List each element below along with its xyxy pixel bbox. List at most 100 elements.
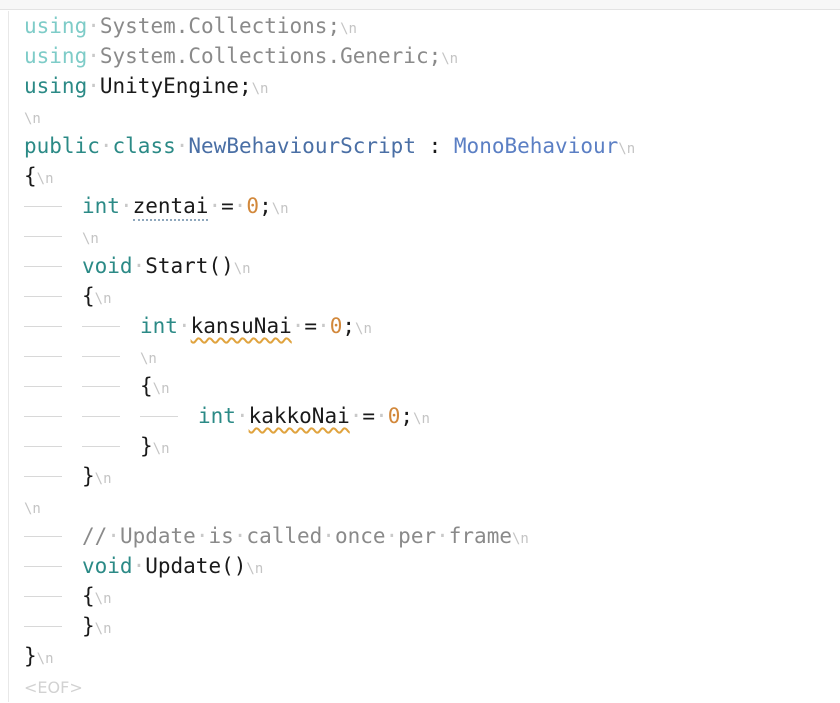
space-marker-dot: · — [208, 194, 222, 218]
code-editor-surface[interactable]: using·System.Collections;\n using·System.… — [0, 11, 840, 702]
code-line[interactable]: {\n — [0, 581, 840, 611]
code-token: { — [82, 584, 95, 608]
code-line[interactable]: {\n — [0, 281, 840, 311]
code-token: Start() — [145, 254, 234, 278]
newline-marker: \n — [94, 621, 112, 637]
indent-guide — [24, 386, 62, 387]
code-token: ; — [342, 314, 356, 338]
newline-marker: \n — [355, 321, 372, 337]
indent-guide — [24, 596, 62, 597]
indent-guide — [24, 446, 62, 447]
indent-guide — [24, 626, 62, 627]
code-line[interactable]: \n — [0, 491, 840, 521]
space-marker-dot: · — [119, 194, 133, 218]
code-line[interactable]: void·Update()\n — [0, 551, 840, 581]
code-text: }\n — [24, 641, 54, 671]
newline-marker: \n — [24, 111, 41, 127]
newline-marker: \n — [36, 651, 54, 667]
code-line[interactable]: using·UnityEngine;\n — [0, 71, 840, 101]
code-token: System.Collections.Generic; — [99, 44, 442, 68]
code-token: using — [24, 14, 88, 38]
newline-marker: \n — [233, 261, 251, 277]
newline-marker: \n — [82, 231, 99, 247]
code-token: void — [82, 254, 133, 278]
code-token: : — [415, 134, 454, 158]
newline-marker: \n — [251, 81, 269, 97]
code-line[interactable]: public·class·NewBehaviourScript : MonoBe… — [0, 131, 840, 161]
code-token: is — [208, 524, 234, 548]
code-token: once — [334, 524, 386, 548]
code-text: int·kakkoNai·=·0;\n — [198, 401, 430, 431]
code-text: using·System.Collections.Generic;\n — [24, 41, 458, 71]
newline-marker: \n — [340, 21, 357, 37]
code-line[interactable]: int·zentai·=·0;\n — [0, 191, 840, 221]
indent-guide — [82, 416, 120, 417]
space-marker-dot: · — [132, 254, 146, 278]
code-line[interactable]: \n — [0, 101, 840, 131]
code-token: System.Collections; — [99, 14, 341, 38]
code-line[interactable]: }\n — [0, 611, 840, 641]
code-line[interactable]: using·System.Collections;\n — [0, 11, 840, 41]
code-line[interactable]: int·kansuNai·=·0;\n — [0, 311, 840, 341]
code-line[interactable]: }\n — [0, 461, 840, 491]
code-line[interactable]: }\n — [0, 431, 840, 461]
code-line[interactable]: using·System.Collections.Generic;\n — [0, 41, 840, 71]
space-marker-dot: · — [375, 404, 388, 428]
code-token: MonoBehaviour — [453, 134, 619, 158]
indent-guide — [24, 566, 62, 567]
newline-marker: \n — [441, 51, 459, 67]
code-line[interactable]: \n — [0, 341, 840, 371]
token-warning-squiggle: kansuNai — [190, 314, 292, 338]
indent-guide — [82, 386, 120, 387]
code-token: int — [198, 404, 236, 428]
code-token: = — [362, 404, 376, 428]
token-info-underline: zentai — [132, 194, 209, 221]
code-token: ; — [400, 404, 414, 428]
space-marker-dot: · — [87, 14, 100, 38]
code-line[interactable]: {\n — [0, 371, 840, 401]
newline-marker: \n — [36, 171, 54, 187]
space-marker-dot: · — [322, 524, 335, 548]
eof-marker: <EOF> — [24, 678, 83, 697]
code-token: using — [24, 74, 88, 98]
horizontal-scroll-rail[interactable] — [0, 0, 840, 10]
token-warning-squiggle: kakkoNai — [248, 404, 350, 428]
space-marker-dot: · — [349, 404, 363, 428]
code-token: per — [398, 524, 437, 548]
code-token: } — [24, 644, 37, 668]
code-text: \n — [140, 341, 157, 371]
space-marker-dot: · — [291, 314, 305, 338]
code-line[interactable]: }\n — [0, 641, 840, 671]
code-token: called — [246, 524, 323, 548]
code-token: 0 — [329, 314, 343, 338]
code-token: ; — [259, 194, 272, 218]
code-line[interactable]: void·Start()\n — [0, 251, 840, 281]
newline-marker: \n — [511, 531, 529, 547]
code-text: void·Update()\n — [82, 551, 263, 581]
code-token: } — [82, 614, 95, 638]
code-text: }\n — [140, 431, 170, 461]
code-token: { — [24, 164, 37, 188]
code-token: using — [24, 44, 88, 68]
space-marker-dot: · — [87, 44, 100, 68]
code-line[interactable]: //·Update·is·called·once·per·frame\n — [0, 521, 840, 551]
code-token: frame — [448, 524, 512, 548]
indent-guide — [24, 326, 62, 327]
space-marker-dot: · — [175, 134, 189, 158]
indent-guide — [24, 536, 62, 537]
code-token: Update() — [145, 554, 247, 578]
code-token: Update — [119, 524, 196, 548]
code-text: //·Update·is·called·once·per·frame\n — [82, 521, 529, 551]
code-token: UnityEngine; — [99, 74, 252, 98]
code-line[interactable]: int·kakkoNai·=·0;\n — [0, 401, 840, 431]
code-line[interactable]: {\n — [0, 161, 840, 191]
newline-marker: \n — [271, 201, 289, 217]
space-marker-dot: · — [233, 524, 247, 548]
indent-guide — [24, 266, 62, 267]
code-line[interactable]: \n — [0, 221, 840, 251]
code-text: \n — [82, 221, 99, 251]
code-text: using·UnityEngine;\n — [24, 71, 268, 101]
space-marker-dot: · — [385, 524, 399, 548]
code-text: using·System.Collections;\n — [24, 11, 357, 41]
code-line[interactable]: <EOF> — [0, 671, 840, 701]
